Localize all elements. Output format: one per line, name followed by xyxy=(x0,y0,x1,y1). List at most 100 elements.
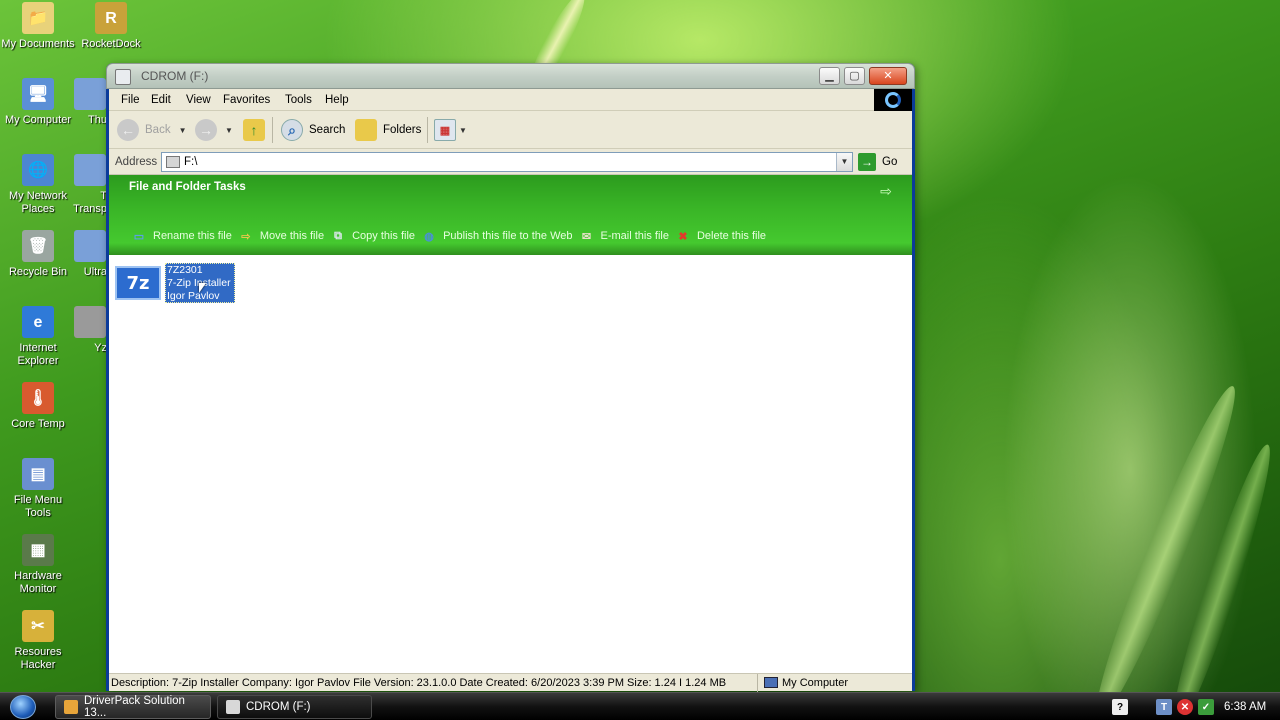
copy-file-icon: ⧉ xyxy=(334,229,342,242)
desktop-icon[interactable]: e Internet Explorer xyxy=(0,306,76,368)
task-link[interactable]: ▭ Rename this file xyxy=(131,229,232,243)
desktop-icon[interactable]: ▦ Hardware Monitor xyxy=(0,534,76,596)
menu-help[interactable]: Help xyxy=(325,94,349,106)
go-arrow-icon: → xyxy=(858,153,876,171)
taskbar-item-label: DriverPack Solution 13... xyxy=(83,695,185,719)
desktop-icon-label: Recycle Bin xyxy=(8,266,68,278)
forward-button[interactable]: → ▼ xyxy=(195,118,233,142)
desktop-icon[interactable]: 🌡 Core Temp xyxy=(0,382,76,431)
search-button[interactable]: ⌕ Search xyxy=(281,118,345,142)
maximize-button[interactable]: ▢ xyxy=(844,67,865,85)
back-label: Back xyxy=(145,124,171,136)
task-label: Copy this file xyxy=(352,230,416,242)
views-icon: ▦ xyxy=(434,119,456,141)
address-bar: Address F:\ ▼ → Go xyxy=(109,149,912,175)
recycle-bin-icon: 🗑 xyxy=(22,230,54,262)
cdrom-drive-icon xyxy=(226,700,240,714)
go-label: Go xyxy=(882,156,898,168)
partial-icon xyxy=(74,306,106,338)
address-input[interactable]: F:\ ▼ xyxy=(161,152,853,172)
help-icon[interactable]: ? xyxy=(1112,699,1128,715)
security-alert-icon[interactable]: ✕ xyxy=(1177,699,1193,715)
back-button[interactable]: ← Back ▼ xyxy=(117,118,187,142)
folders-label: Folders xyxy=(383,124,422,136)
task-link[interactable]: ✉ E-mail this file xyxy=(578,229,669,243)
up-folder-button[interactable]: ↑ xyxy=(243,118,265,142)
7zip-installer-icon: 7z xyxy=(115,266,161,300)
move-file-icon: ⇨ xyxy=(241,230,251,243)
task-label: Rename this file xyxy=(153,230,232,242)
desktop-icon[interactable]: T Transp xyxy=(73,154,107,216)
network-places-icon: 🌐 xyxy=(22,154,54,186)
my-computer-icon xyxy=(764,677,778,688)
task-link[interactable]: ⧉ Copy this file xyxy=(330,229,415,243)
desktop-icon[interactable]: ✂ Resoures Hacker xyxy=(0,610,76,672)
views-button[interactable]: ▦ ▼ xyxy=(434,118,467,142)
menu-tools[interactable]: Tools xyxy=(285,94,312,106)
file-menu-tools-icon: ▤ xyxy=(22,458,54,490)
task-link[interactable]: ◍ Publish this file to the Web xyxy=(421,229,572,243)
forward-arrow-icon: → xyxy=(195,119,217,141)
chevron-down-icon[interactable]: ▼ xyxy=(459,126,467,135)
desktop-icon-label: Ultra xyxy=(83,266,107,278)
my-computer-icon: 🖥 xyxy=(22,78,54,110)
tasks-title[interactable]: File and Folder Tasks xyxy=(129,181,246,193)
explorer-window: CDROM (F:) ▁ ▢ ✕ File Edit View Favorite… xyxy=(106,63,915,692)
task-label: E-mail this file xyxy=(600,230,669,242)
desktop-icon-label: My Documents xyxy=(1,38,75,50)
window-frame: File Edit View Favorites Tools Help ← Ba… xyxy=(109,89,912,692)
menu-edit[interactable]: Edit xyxy=(151,94,171,106)
desktop-icon[interactable]: ▤ File Menu Tools xyxy=(0,458,76,520)
desktop-icon[interactable]: 🌐 My Network Places xyxy=(0,154,76,216)
menu-view[interactable]: View xyxy=(186,94,211,106)
taskbar-item-driverpack[interactable]: DriverPack Solution 13... xyxy=(55,695,211,719)
collapse-chevron-icon[interactable]: ⇨ xyxy=(878,183,894,199)
address-label: Address xyxy=(115,156,158,168)
address-dropdown-icon[interactable]: ▼ xyxy=(836,153,852,171)
network-icon[interactable]: ✓ xyxy=(1198,699,1214,715)
desktop-icon-label: Core Temp xyxy=(11,418,65,430)
desktop-icon-label: Hardware Monitor xyxy=(14,570,62,595)
desktop-icon[interactable]: R RocketDock xyxy=(73,2,149,51)
my-documents-icon: 📁 xyxy=(22,2,54,34)
chevron-down-icon[interactable]: ▼ xyxy=(225,126,233,135)
close-button[interactable]: ✕ xyxy=(869,67,907,85)
folders-button[interactable]: Folders xyxy=(355,118,421,142)
desktop-icon[interactable]: Yz xyxy=(73,306,107,355)
file-item-7z2301[interactable]: 7z 7Z2301 7-Zip Installer Igor Pavlov xyxy=(115,263,237,303)
drive-icon xyxy=(166,156,180,168)
clock[interactable]: 6:38 AM xyxy=(1224,701,1266,713)
go-button[interactable]: → Go xyxy=(858,152,897,172)
window-titlebar[interactable]: CDROM (F:) ▁ ▢ ✕ xyxy=(106,63,915,89)
partial-icon xyxy=(74,78,106,110)
core-temp-icon: 🌡 xyxy=(22,382,54,414)
file-list-view[interactable]: 7z 7Z2301 7-Zip Installer Igor Pavlov xyxy=(109,255,912,673)
desktop-icon[interactable]: 🖥 My Computer xyxy=(0,78,76,127)
status-zone: My Computer xyxy=(757,674,912,692)
folder-icon xyxy=(355,119,377,141)
desktop-icon-label: My Network Places xyxy=(8,190,68,215)
start-button[interactable] xyxy=(10,695,36,719)
chevron-down-icon[interactable]: ▼ xyxy=(179,126,187,135)
desktop-icon-label: My Computer xyxy=(4,114,72,126)
desktop-icon[interactable]: 🗑 Recycle Bin xyxy=(0,230,76,279)
minimize-button[interactable]: ▁ xyxy=(819,67,840,85)
rocketdock-icon: R xyxy=(95,2,127,34)
status-bar: Description: 7-Zip Installer Company: Ig… xyxy=(109,673,912,692)
menu-favorites[interactable]: Favorites xyxy=(223,94,270,106)
menu-file[interactable]: File xyxy=(121,94,140,106)
task-link[interactable]: ⇨ Move this file xyxy=(238,229,324,243)
rename-icon: ▭ xyxy=(133,230,145,243)
desktop-icon[interactable]: Ultra xyxy=(73,230,107,279)
toolbar-separator xyxy=(427,117,428,143)
status-description: Description: 7-Zip Installer Company: Ig… xyxy=(111,677,727,689)
taskbar-item-cdrom[interactable]: CDROM (F:) xyxy=(217,695,372,719)
task-label: Move this file xyxy=(259,230,325,242)
language-icon[interactable]: T xyxy=(1156,699,1172,715)
desktop-icon-label: Yz xyxy=(94,342,107,354)
task-link[interactable]: ✖ Delete this file xyxy=(675,229,766,243)
desktop-icon[interactable]: 📁 My Documents xyxy=(0,2,76,51)
address-value: F:\ xyxy=(184,156,198,168)
desktop-icon-label: Thu xyxy=(88,114,107,126)
desktop-icon[interactable]: Thu xyxy=(73,78,107,127)
